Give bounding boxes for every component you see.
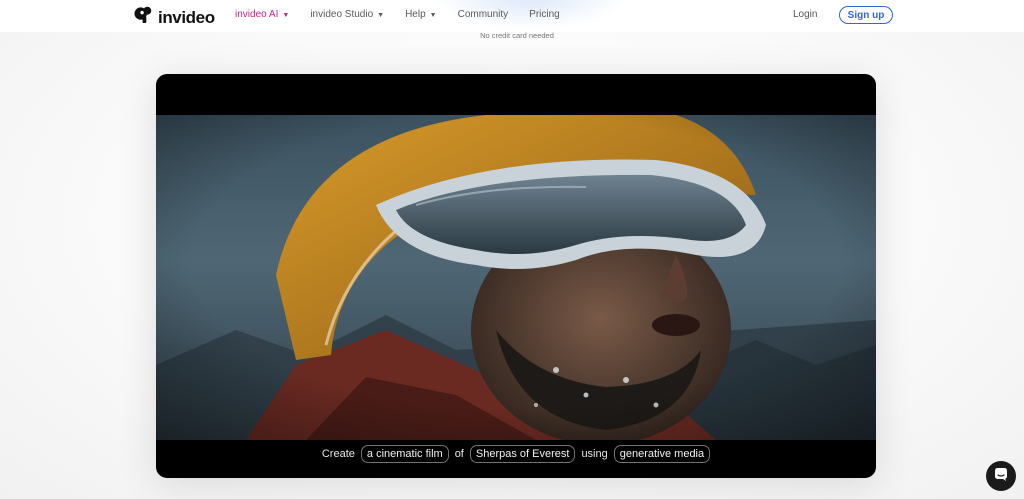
chevron-down-icon: ▼ [429,12,437,19]
invideo-logo-icon [134,6,153,29]
caption-chip-media: generative media [613,445,711,463]
nav-item-invideo-studio[interactable]: invideo Studio ▼ [310,9,384,20]
nav-item-label: invideo Studio [310,9,374,20]
nav-item-invideo-ai[interactable]: invideo AI ▼ [235,9,289,20]
caption-word: of [454,448,464,460]
chevron-down-icon: ▼ [377,12,385,19]
brand-name: invideo [158,7,215,27]
video-caption: Create a cinematic film of Sherpas of Ev… [156,442,876,466]
chevron-down-icon: ▼ [282,12,290,19]
caption-word: using [581,448,608,460]
caption-chip-style: a cinematic film [360,445,449,463]
video-player[interactable]: Create a cinematic film of Sherpas of Ev… [156,74,876,478]
caption-word: Create [321,448,355,460]
no-credit-card-note: No credit card needed [480,31,554,40]
signup-button[interactable]: Sign up [839,6,893,24]
nav-item-label: invideo AI [235,9,279,20]
login-link[interactable]: Login [793,9,817,20]
chat-launcher-button[interactable] [986,461,1016,491]
nav-item-label: Community [457,9,509,20]
nav-item-community[interactable]: Community [458,9,509,20]
nav-item-help[interactable]: Help ▼ [405,9,437,20]
caption-chip-topic: Sherpas of Everest [469,445,576,463]
nav-item-pricing[interactable]: Pricing [529,9,560,20]
main-nav: invideo AI ▼ invideo Studio ▼ Help ▼ Com… [235,9,581,20]
brand-logo[interactable]: invideo [134,6,215,29]
nav-item-label: Help [405,9,426,20]
nav-item-label: Pricing [529,9,560,20]
chat-bubble-icon [993,466,1009,487]
video-frame-climber [156,115,876,440]
